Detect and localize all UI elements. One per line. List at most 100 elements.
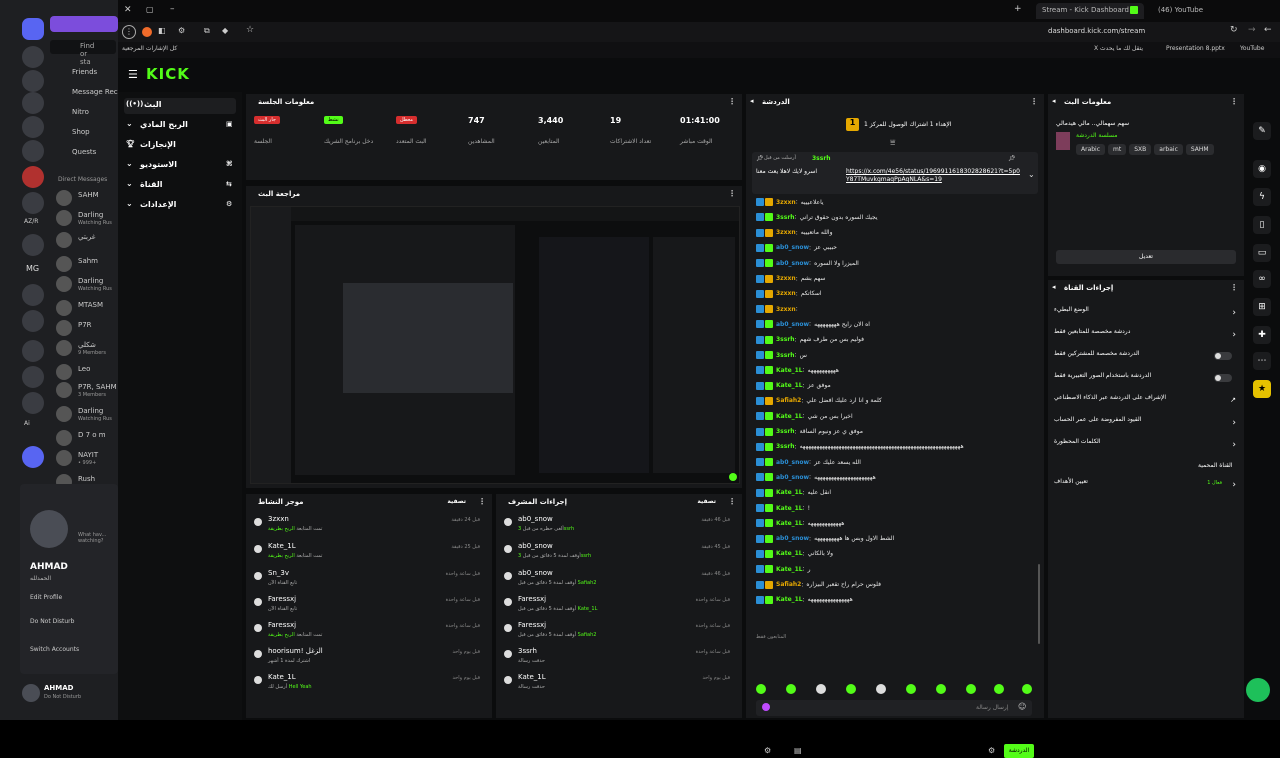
chat-username[interactable]: 3ssrh (776, 214, 795, 221)
dm-item[interactable]: غربتي (56, 230, 118, 252)
switch-accounts-button[interactable]: Switch Accounts (30, 646, 79, 653)
chat-username[interactable]: ab0_snow (776, 260, 809, 267)
chat-username[interactable]: Kate_1L (776, 505, 803, 512)
edit-stream-button[interactable]: تعديل (1056, 250, 1236, 264)
chat-message[interactable]: ab0_snow: الشط الاول وبس ها هههههههههه (756, 534, 1036, 549)
list-item[interactable]: 3zxxn تمت المتابعة الربح بطريقة قبل 24 دقي… (252, 514, 488, 540)
chat-username[interactable]: ab0_snow (776, 474, 809, 481)
filter-icon[interactable]: ⩸ (890, 138, 895, 148)
chat-username[interactable]: Kate_1L (776, 520, 803, 527)
filter-button[interactable]: تصفية (447, 498, 466, 505)
emote-icon[interactable] (786, 684, 796, 694)
chat-message[interactable]: Kate_1L: ولا بالكاني (756, 549, 1036, 564)
chat-username[interactable]: Kate_1L (776, 413, 803, 420)
avatar[interactable] (30, 510, 68, 548)
sidebar-item-settings[interactable]: ⌄ الإعدادات ⚙ (124, 198, 236, 214)
chat-message[interactable]: Kate_1L: اخيرا بس من شي (756, 412, 1036, 426)
list-item[interactable]: Kate_1L حذفت رسالة قبل يوم واحد (502, 672, 738, 698)
discord-nav-quests[interactable]: Quests (72, 148, 96, 156)
clip-icon[interactable]: ∞ (1253, 270, 1271, 288)
sidebar-item-stream[interactable]: ((•)) البث (124, 98, 236, 114)
dm-item[interactable]: SAHM (56, 188, 118, 210)
emote-icon[interactable] (876, 684, 886, 694)
collapse-icon[interactable]: ◂ (750, 97, 754, 105)
server-icon[interactable] (22, 116, 44, 138)
chat-username[interactable]: 3zxxn (776, 306, 796, 313)
chat-username[interactable]: 3zxxn (776, 290, 796, 297)
pencil-icon[interactable]: ✎ (1253, 122, 1271, 140)
list-item[interactable]: ab0_snow أوقف لمدة 5 دقائق من قبل Safiah2… (502, 568, 738, 594)
dm-item[interactable]: NAYIT • 999+ (56, 448, 118, 470)
camera-icon[interactable]: ◉ (1253, 160, 1271, 178)
list-item[interactable]: Sn_3v تابع القناة الآن قبل ساعة واحدة (252, 568, 488, 594)
discord-nav-shop[interactable]: Shop (72, 128, 90, 136)
dm-item[interactable]: P7R, SAHM 3 Members (56, 380, 118, 402)
stream-preview-video[interactable] (250, 206, 740, 484)
server-icon[interactable] (22, 166, 44, 188)
bookmark-presentation[interactable]: Presentation 8.pptx (1166, 45, 1225, 52)
chat-message[interactable]: Kate_1L:! (756, 504, 1036, 518)
chat-username[interactable]: 3ssrh (776, 428, 795, 435)
chat-username[interactable]: 3ssrh (776, 443, 795, 450)
chat-username[interactable]: Kate_1L (776, 367, 803, 374)
hamburger-menu-icon[interactable]: ☰ (128, 68, 138, 81)
discord-search-input[interactable]: Find or sta (50, 40, 116, 66)
chat-message[interactable]: ab0_snow: حبيبي عز (756, 243, 1036, 258)
server-icon[interactable] (22, 284, 44, 306)
chat-username[interactable]: Kate_1L (776, 489, 803, 496)
brave-shield-icon[interactable] (142, 27, 152, 37)
chat-username[interactable]: Kate_1L (776, 550, 803, 557)
share-icon[interactable]: ⋯ (1253, 352, 1271, 370)
bookmark-star-icon[interactable]: ☆ (246, 25, 254, 35)
chat-message[interactable]: 3zxxn: والله ماتعيييه (756, 228, 1036, 243)
chat-settings-icon[interactable]: ⚙ (764, 746, 771, 755)
help-chat-icon[interactable] (1246, 678, 1270, 702)
chat-message[interactable]: 3ssrh: هههههههههههههههههههههههههههههههههه… (756, 442, 1036, 457)
dm-item[interactable]: MTASM (56, 298, 118, 320)
chat-message[interactable]: 3zxxn: ياعلاعيييه (756, 198, 1036, 212)
minimize-icon[interactable]: – (170, 4, 175, 14)
list-item[interactable]: ab0_snow أوقف لمدة 5 دقائق من قبل 3ssrh قب… (502, 541, 738, 567)
more-options-icon[interactable]: ⋮ (478, 497, 486, 506)
chat-message[interactable]: 3zxxn: (756, 305, 1036, 319)
chat-input[interactable]: إرسال رسالة ☺ (756, 700, 1032, 716)
kick-logo[interactable]: KICK (146, 65, 190, 83)
chat-message[interactable]: Kate_1L: هههههههههههههههه (756, 595, 1036, 610)
chat-username[interactable]: ab0_snow (776, 535, 809, 542)
chat-username[interactable]: Kate_1L (776, 566, 803, 573)
all-bookmarks-link[interactable]: كل الإشارات المرجعية (122, 45, 177, 52)
server-icon[interactable] (22, 140, 44, 162)
chat-message[interactable]: Kate_1L: انقل عليه (756, 488, 1036, 503)
emote-icon[interactable] (846, 684, 856, 694)
chat-message[interactable]: Kate_1L: موفق عز (756, 381, 1036, 396)
list-item[interactable]: Faressxj أوقف لمدة 5 دقائق من قبل Kate_1L… (502, 594, 738, 620)
emote-icon[interactable] (816, 684, 826, 694)
more-options-icon[interactable]: ⋮ (728, 189, 736, 198)
chat-username[interactable]: 3ssrh (776, 352, 795, 359)
share-icon[interactable]: ⧉ (204, 26, 210, 36)
dm-item[interactable]: D 7 o m (56, 428, 118, 450)
list-item[interactable]: Faressxj أوقف لمدة 5 دقائق من قبل Safiah2… (502, 620, 738, 646)
trash-icon[interactable]: ▯ (1253, 216, 1271, 234)
emoji-icon[interactable] (762, 703, 770, 711)
chat-message[interactable]: 3ssrh: موفق ي عز ونيوم الساقة (756, 427, 1036, 442)
chat-username[interactable]: Kate_1L (776, 596, 803, 603)
server-icon[interactable] (22, 192, 44, 214)
emote-icon[interactable] (994, 684, 1004, 694)
server-icon[interactable] (22, 46, 44, 68)
chat-message[interactable]: 3ssrh: س (756, 351, 1036, 365)
dm-item[interactable]: Sahm (56, 254, 118, 276)
chat-username[interactable]: ab0_snow (776, 321, 809, 328)
list-item[interactable]: hoorisum! الزغل اشترك لمدة 1 أشهر قبل يوم … (252, 646, 488, 672)
smiley-icon[interactable]: ☺ (1018, 702, 1026, 711)
chat-message[interactable]: 3zxxn: سهم بشم (756, 274, 1036, 289)
collapse-icon[interactable]: ◂ (1052, 283, 1056, 291)
chat-gear-icon[interactable]: ⚙ (988, 746, 995, 755)
chat-username[interactable]: 3zxxn (776, 229, 796, 236)
goal-banner[interactable]: 1 الإهداء 1 اشتراك الوصول للمركز 1 (846, 118, 996, 132)
emotes-only-toggle[interactable] (1214, 374, 1232, 382)
menu-icon[interactable]: ⋮ (122, 25, 136, 39)
sidebar-item-studio[interactable]: ⌄ الاستوديو ⌘ (124, 158, 236, 174)
sidebar-item-achievements[interactable]: 🏆︎ الإنجازات (124, 138, 236, 154)
chat-message[interactable]: ab0_snow: اه الان رايح ههههههههه (756, 320, 1036, 334)
